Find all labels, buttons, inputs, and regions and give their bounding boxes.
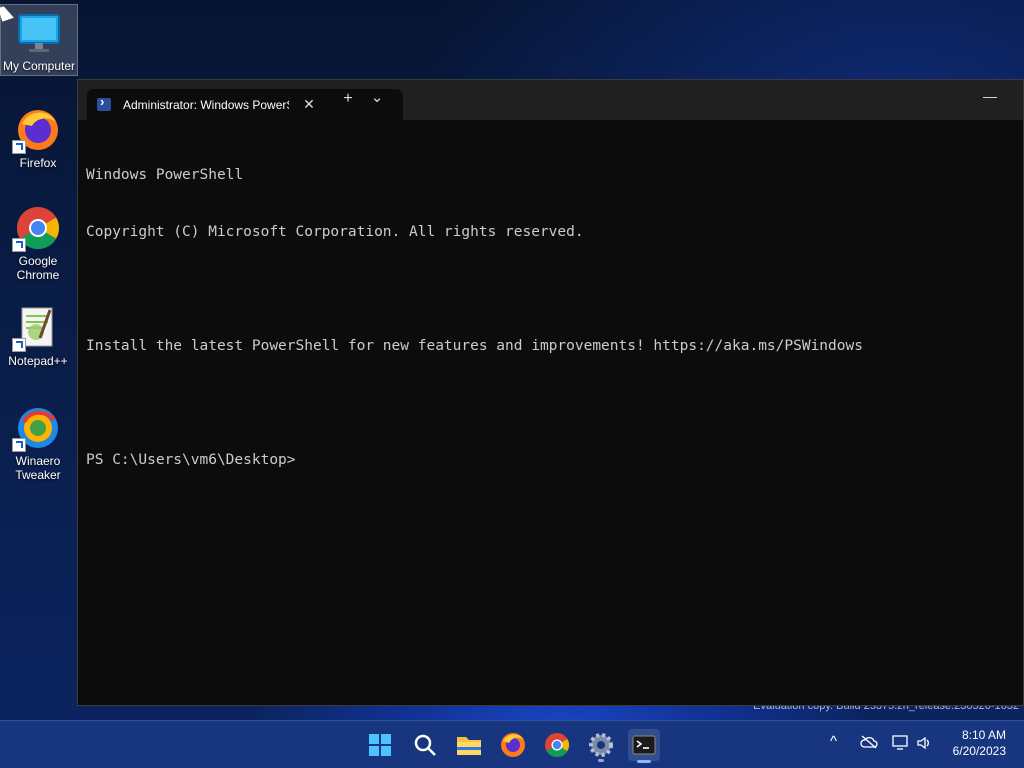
network-icon[interactable] bbox=[892, 735, 910, 754]
tab-close-button[interactable]: ✕ bbox=[301, 96, 317, 113]
desktop-icon-winaero-tweaker[interactable]: Winaero Tweaker bbox=[0, 400, 76, 482]
clock[interactable]: 8:10 AM 6/20/2023 bbox=[953, 727, 1006, 759]
shortcut-arrow-icon bbox=[12, 238, 26, 252]
terminal-prompt: PS C:\Users\vm6\Desktop> bbox=[86, 452, 296, 468]
desktop-icon-label: Google Chrome bbox=[16, 254, 60, 282]
firefox-icon bbox=[12, 106, 62, 154]
active-indicator bbox=[637, 760, 651, 763]
shortcut-arrow-icon bbox=[12, 140, 26, 154]
desktop-icon-chrome[interactable]: Google Chrome bbox=[0, 200, 76, 282]
terminal-window[interactable]: Administrator: Windows PowerShell ✕ + ⌄ … bbox=[77, 79, 1024, 706]
shortcut-arrow-icon bbox=[12, 438, 26, 452]
desktop-icon-notepadpp[interactable]: Notepad++ bbox=[0, 300, 76, 368]
powershell-icon bbox=[97, 94, 111, 111]
minimize-button[interactable]: — bbox=[983, 88, 997, 104]
terminal-taskbar-icon[interactable] bbox=[628, 729, 660, 763]
clock-time: 8:10 AM bbox=[961, 728, 1006, 742]
new-tab-button[interactable]: + bbox=[338, 90, 358, 108]
desktop-icon-label: Winaero Tweaker bbox=[15, 454, 61, 482]
desktop-icon-label: Notepad++ bbox=[8, 354, 68, 368]
desktop-icon-label: My Computer bbox=[2, 59, 76, 73]
firefox-taskbar-icon[interactable] bbox=[497, 729, 529, 761]
terminal-output[interactable]: Windows PowerShell Copyright (C) Microso… bbox=[78, 120, 1023, 516]
winaero-tweaker-icon bbox=[12, 404, 62, 452]
tab-title: Administrator: Windows PowerShell bbox=[123, 97, 289, 112]
taskbar: ^ 8:10 AM 6/20/2023 bbox=[0, 720, 1024, 768]
onedrive-offline-icon[interactable] bbox=[860, 735, 878, 752]
monitor-icon bbox=[15, 9, 63, 57]
start-icon[interactable] bbox=[364, 729, 396, 761]
terminal-titlebar[interactable]: Administrator: Windows PowerShell ✕ + ⌄ … bbox=[78, 80, 1023, 120]
clock-date: 6/20/2023 bbox=[952, 744, 1006, 758]
terminal-line: Copyright (C) Microsoft Corporation. All… bbox=[86, 224, 584, 240]
shortcut-arrow-icon bbox=[12, 338, 26, 352]
file-explorer-icon[interactable] bbox=[453, 729, 485, 761]
running-indicator bbox=[598, 759, 604, 762]
volume-icon[interactable] bbox=[916, 735, 934, 754]
tray-chevron-icon[interactable]: ^ bbox=[830, 733, 837, 750]
desktop-icon-my-computer[interactable]: My Computer bbox=[0, 4, 78, 76]
desktop-icon-firefox[interactable]: Firefox bbox=[0, 102, 76, 170]
search-icon[interactable] bbox=[409, 729, 441, 761]
settings-icon[interactable] bbox=[585, 729, 617, 762]
tab-dropdown-button[interactable]: ⌄ bbox=[367, 88, 387, 106]
chrome-icon bbox=[12, 204, 62, 252]
terminal-line: Install the latest PowerShell for new fe… bbox=[86, 338, 863, 354]
notepadpp-icon bbox=[12, 304, 62, 352]
chrome-taskbar-icon[interactable] bbox=[541, 729, 573, 761]
terminal-line: Windows PowerShell bbox=[86, 167, 244, 183]
desktop-icon-label: Firefox bbox=[19, 156, 57, 170]
